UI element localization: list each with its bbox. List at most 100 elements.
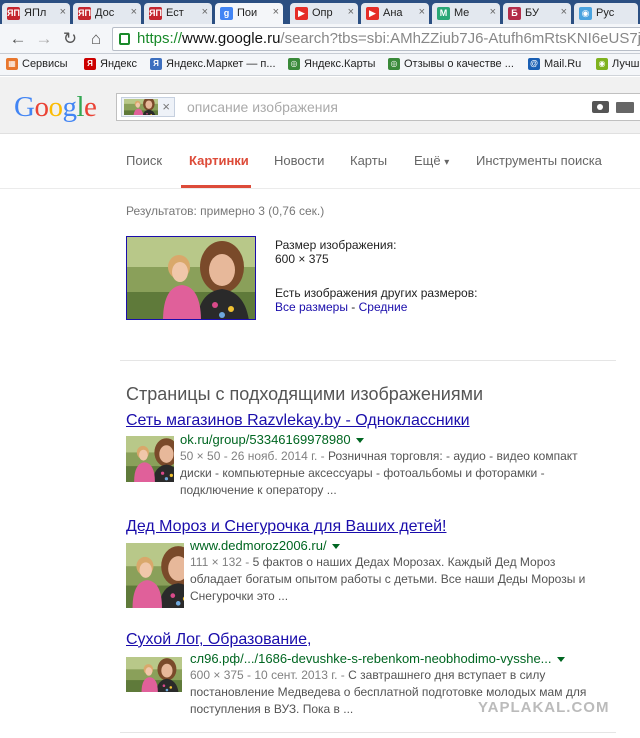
search-image-chip[interactable]: × [121,97,175,117]
bookmark-icon: Я [84,58,96,70]
all-sizes-link[interactable]: Все размеры [275,300,348,314]
url-path: /search?tbs=sbi:AMhZZiub7J6-Atufh6mRtsKN… [280,30,640,47]
tab-close-icon[interactable]: × [419,6,425,18]
bookmark-icon: Я [150,58,162,70]
result-meta: 111 × 132 - [190,555,253,569]
browser-tab[interactable]: ▶ Опр × [290,3,358,24]
size-links: Все размеры - Средние [275,300,407,314]
logo-letter: G [14,91,35,123]
google-logo[interactable]: Google [14,91,97,124]
snippet-line: диски - компьютерные аксессуары - фотоал… [180,466,545,480]
bookmark-item[interactable]: Я Яндекс.Маркет — п... [150,58,276,70]
bookmark-item[interactable]: ◎ Отзывы о качестве ... [388,58,514,70]
tab-favicon-icon: g [220,7,233,20]
logo-letter: l [76,91,85,123]
browser-tab[interactable]: ЯП Ест × [144,3,212,24]
browser-tab[interactable]: ЯП Дос × [73,3,141,24]
back-icon[interactable]: ← [8,29,28,49]
bookmark-label: Отзывы о качестве ... [404,58,514,70]
forward-icon[interactable]: → [34,29,54,49]
caret-down-icon[interactable] [355,438,364,444]
logo-letter: o [48,91,63,123]
snippet-text: Розничная торговля: - аудио - видео комп… [328,449,578,463]
search-box[interactable]: × описание изображения [116,93,640,121]
tab-close-icon[interactable]: × [60,6,66,18]
bookmark-item[interactable]: ◎ Яндекс.Карты [288,58,375,70]
logo-letter: o [34,91,49,123]
home-icon[interactable]: ⌂ [86,29,106,49]
bookmark-label: Mail.Ru [544,58,582,70]
browser-tab[interactable]: g Пои × [215,3,283,24]
search-input[interactable]: описание изображения [187,99,338,115]
tab-close-icon[interactable]: × [273,6,279,18]
tab-label: Пои [237,7,258,19]
address-bar[interactable]: https://www.google.ru/search?tbs=sbi:AMh… [112,27,640,51]
result-title[interactable]: Сеть магазинов Razvlekay.by - Одноклассн… [126,412,470,430]
bookmark-item[interactable]: Я Яндекс [84,58,137,70]
bookmark-item[interactable]: ◉ Лучш [596,58,639,70]
snippet-line: подключение к оператору ... [180,483,337,497]
caret-down-icon[interactable] [331,544,340,550]
image-size-value: 600 × 375 [275,252,329,266]
lock-icon [119,33,130,45]
snippet-line: 111 × 132 - 5 фактов о наших Дедах Мороз… [190,554,585,571]
section-divider [120,360,616,361]
snippet-line: 600 × 375 - 10 сент. 2013 г. - С завтраш… [190,667,586,684]
snippet-text: С завтрашнего дня вступает в силу [348,668,546,682]
tab-close-icon[interactable]: × [561,6,567,18]
result-title[interactable]: Дед Мороз и Снегурочка для Ваших детей! [126,518,446,536]
tab-close-icon[interactable]: × [202,6,208,18]
tab-favicon-icon: ▶ [295,7,308,20]
reload-icon[interactable]: ↻ [60,29,80,49]
browser-tab[interactable]: Б БУ × [503,3,571,24]
tab-close-icon[interactable]: × [490,6,496,18]
tab-label: Ана [383,7,403,19]
browser-tab[interactable]: ▶ Ана × [361,3,429,24]
browser-tab[interactable]: ЯП ЯПл × [2,3,70,24]
tab-news[interactable]: Новости [274,153,324,168]
camera-icon[interactable] [592,101,609,113]
bookmark-icon: ▦ [6,58,18,70]
tab-label: Дос [95,7,115,19]
medium-sizes-link[interactable]: Средние [359,300,408,314]
keyboard-icon[interactable] [616,102,634,113]
tab-more[interactable]: Ещё ▾ [414,153,449,168]
tab-close-icon[interactable]: × [131,6,137,18]
browser-tab[interactable]: ◉ Рус [574,3,638,24]
bookmark-item[interactable]: @ Mail.Ru [528,58,581,70]
tab-maps[interactable]: Карты [350,153,387,168]
tab-close-icon[interactable]: × [348,6,354,18]
url-scheme: https:// [137,30,183,47]
tab-images[interactable]: Картинки [189,153,249,168]
result-url-text: ok.ru/group/53346169978980 [180,432,351,447]
bookmark-item[interactable]: ▦ Сервисы [6,58,68,70]
tab-label: Me [454,7,470,19]
bookmark-icon: ◎ [288,58,300,70]
tab-search-tools[interactable]: Инструменты поиска [476,153,602,168]
result-url[interactable]: сл96.рф/.../1686-devushke-s-rebenkom-neo… [190,651,565,666]
result-url[interactable]: ok.ru/group/53346169978980 [180,432,364,447]
result-thumbnail[interactable] [126,657,182,692]
google-header: Google × описание изображения [0,77,640,134]
tab-label: БУ [525,7,539,19]
bottom-divider [120,732,616,733]
caret-down-icon[interactable] [556,657,565,663]
result-thumbnail[interactable] [126,436,174,482]
search-tabs: Поиск Картинки Новости Карты Ещё ▾ Инстр… [0,135,640,189]
tab-search[interactable]: Поиск [126,153,162,168]
browser-tab[interactable]: M Me × [432,3,500,24]
query-image[interactable] [126,236,256,320]
result-title[interactable]: Сухой Лог, Образование, [126,631,311,649]
bookmark-icon: ◎ [388,58,400,70]
snippet-text: 5 фактов о наших Дедах Морозах. Каждый Д… [252,555,556,569]
result-thumbnail[interactable] [126,543,184,608]
result-snippet: 111 × 132 - 5 фактов о наших Дедах Мороз… [190,554,585,605]
close-icon[interactable]: × [162,99,170,114]
snippet-line: 50 × 50 - 26 нояб. 2014 г. - Розничная т… [180,448,578,465]
logo-letter: g [62,91,77,123]
chevron-down-icon: ▾ [444,157,450,168]
result-url[interactable]: www.dedmoroz2006.ru/ [190,538,340,553]
tab-favicon-icon: ▶ [366,7,379,20]
other-sizes-label: Есть изображения других размеров: [275,286,478,300]
bookmark-icon: ◉ [596,58,608,70]
